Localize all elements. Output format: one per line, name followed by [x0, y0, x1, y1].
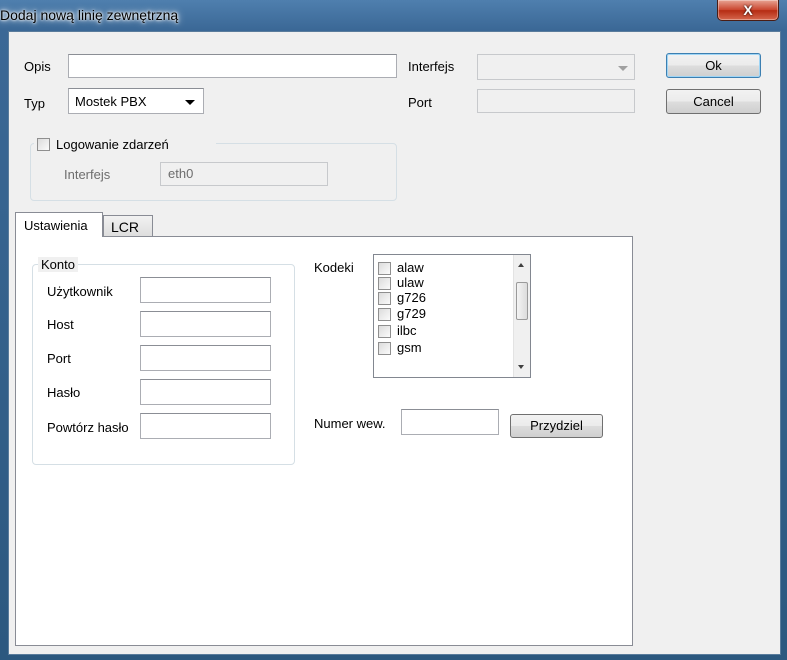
logging-group-header: Logowanie zdarzeń — [34, 135, 216, 153]
logging-checkbox[interactable] — [37, 138, 50, 151]
chevron-down-icon[interactable] — [185, 100, 195, 105]
extension-label: Numer wew. — [314, 416, 386, 431]
window-title: Dodaj nową linię zewnętrzną — [0, 7, 179, 23]
scrollbar-thumb[interactable] — [516, 282, 528, 320]
account-port-input[interactable] — [140, 345, 271, 371]
account-host-label: Host — [47, 317, 74, 332]
codecs-label: Kodeki — [314, 260, 354, 275]
assign-button[interactable]: Przydziel — [510, 414, 603, 438]
close-button[interactable]: X — [717, 0, 779, 21]
scroll-down-icon[interactable] — [518, 365, 524, 369]
title-bar[interactable]: Dodaj nową linię zewnętrzną X — [0, 0, 787, 31]
typ-label: Typ — [24, 96, 45, 111]
account-port-label: Port — [47, 351, 71, 366]
typ-combo[interactable]: Mostek PBX — [68, 88, 204, 114]
codec-checkbox[interactable] — [378, 325, 391, 338]
codecs-scrollbar[interactable] — [513, 255, 530, 377]
codec-checkbox[interactable] — [378, 292, 391, 305]
opis-label: Opis — [24, 59, 51, 74]
extension-input[interactable] — [401, 409, 499, 435]
interfejs-label: Interfejs — [408, 59, 455, 74]
ok-button[interactable]: Ok — [666, 53, 761, 78]
account-user-label: Użytkownik — [47, 284, 113, 299]
codec-checkbox[interactable] — [378, 277, 391, 290]
account-user-input[interactable] — [140, 277, 271, 303]
chevron-down-icon[interactable] — [618, 66, 628, 71]
codec-checkbox[interactable] — [378, 262, 391, 275]
opis-input[interactable] — [68, 54, 397, 78]
account-password-label: Hasło — [47, 385, 81, 400]
scroll-up-icon[interactable] — [518, 263, 524, 267]
account-group-title: Konto — [38, 257, 78, 272]
tab-lcr[interactable]: LCR — [103, 215, 153, 236]
cancel-button[interactable]: Cancel — [666, 89, 761, 114]
codecs-listbox[interactable]: alaw ulaw g726 g729 ilbc gsm — [373, 254, 531, 378]
codec-checkbox[interactable] — [378, 308, 391, 321]
close-icon: X — [743, 2, 753, 18]
logging-interface-label: Interfejs — [64, 167, 111, 182]
dialog-body: Opis Typ Mostek PBX Interfejs Port Ok Ca… — [8, 31, 781, 655]
logging-label: Logowanie zdarzeń — [56, 137, 169, 152]
port-input[interactable] — [477, 89, 635, 113]
codec-checkbox[interactable] — [378, 342, 391, 355]
account-repeat-password-input[interactable] — [140, 413, 271, 439]
account-password-input[interactable] — [140, 379, 271, 405]
port-label: Port — [408, 95, 432, 110]
tab-ustawienia[interactable]: Ustawienia — [15, 212, 103, 237]
logging-interface-input[interactable]: eth0 — [160, 162, 328, 186]
dialog-window: Dodaj nową linię zewnętrzną X Opis Typ M… — [0, 0, 787, 660]
account-repeat-password-label: Powtórz hasło — [47, 420, 129, 435]
account-host-input[interactable] — [140, 311, 271, 337]
interfejs-combo[interactable] — [477, 54, 635, 80]
